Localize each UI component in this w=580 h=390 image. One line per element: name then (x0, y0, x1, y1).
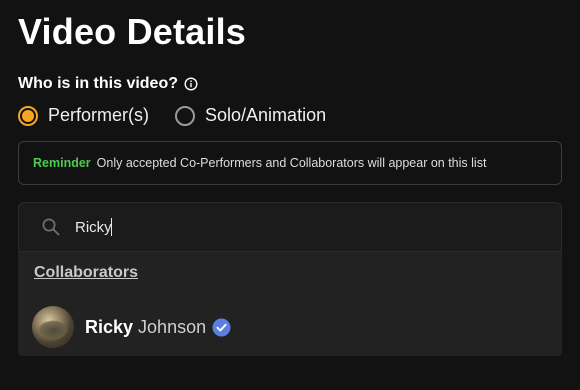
radio-performers[interactable]: Performer(s) (18, 105, 149, 126)
collaborator-result-row[interactable]: Ricky Johnson (32, 306, 231, 348)
reminder-text: Only accepted Co-Performers and Collabor… (96, 156, 487, 170)
performer-question: Who is in this video? (18, 75, 198, 93)
search-results-dropdown: Collaborators Ricky Johnson (18, 252, 562, 356)
search-icon (41, 217, 61, 237)
radio-performers-label: Performer(s) (48, 105, 150, 125)
radio-solo-animation[interactable]: Solo/Animation (175, 105, 326, 126)
collaborators-heading: Collaborators (34, 264, 139, 281)
radio-solo-animation-indicator[interactable] (175, 105, 196, 126)
question-label: Who is in this video? (18, 75, 178, 92)
search-input[interactable]: Ricky (75, 219, 112, 236)
reminder-tag: Reminder (33, 156, 91, 170)
collaborator-last-name: Johnson (138, 316, 207, 337)
radio-solo-animation-label: Solo/Animation (205, 105, 327, 125)
verified-badge-icon (212, 318, 231, 337)
info-icon[interactable] (184, 77, 198, 91)
reminder-notice: Reminder Only accepted Co-Performers and… (18, 141, 562, 185)
search-input-wrapper: Ricky (75, 218, 112, 236)
collaborator-first-name: Ricky (85, 316, 134, 337)
radio-performers-indicator[interactable] (18, 105, 38, 126)
text-caret (110, 218, 112, 236)
video-details-page: Video Details Who is in this video? Perf… (0, 0, 580, 390)
avatar (32, 306, 74, 348)
page-title: Video Details (18, 11, 247, 52)
collaborator-search: Ricky (18, 202, 562, 252)
performer-radio-group: Performer(s) Solo/Animation (18, 105, 326, 126)
